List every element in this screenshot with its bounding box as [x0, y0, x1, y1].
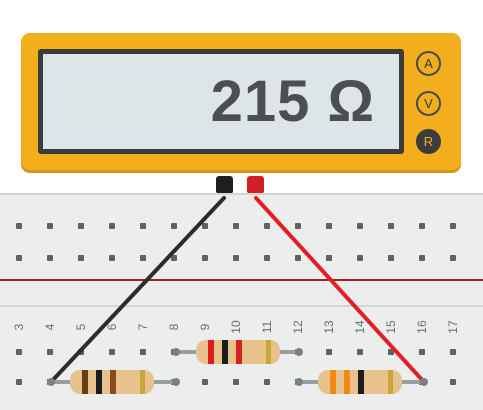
red-probe-wire[interactable] — [254, 196, 426, 384]
resistor-left[interactable] — [70, 370, 154, 394]
lead-end — [172, 378, 180, 386]
lead-end — [420, 378, 428, 386]
resistor-middle[interactable] — [196, 340, 280, 364]
resistor-right[interactable] — [318, 370, 402, 394]
lead-end — [295, 378, 303, 386]
rail-divider — [0, 305, 483, 307]
lead-end — [47, 378, 55, 386]
power-rail-stripe — [0, 279, 483, 281]
lead-end — [172, 348, 180, 356]
lead-end — [295, 348, 303, 356]
wiring-layer — [0, 196, 483, 394]
